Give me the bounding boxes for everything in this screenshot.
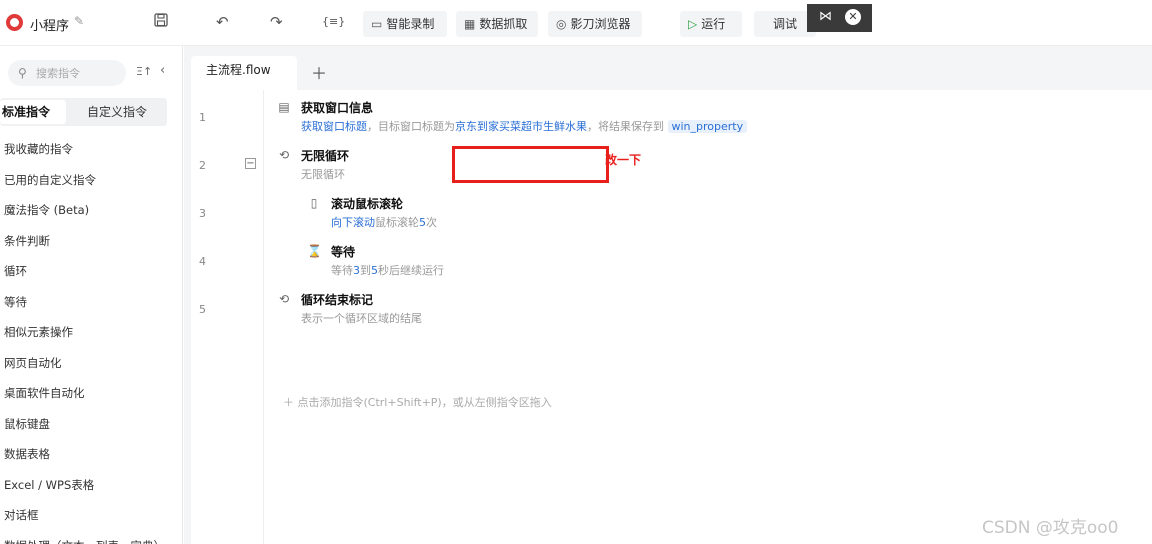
category-item[interactable]: 鼠标键盘 — [4, 409, 165, 440]
command-title: 滚动鼠标滚轮 — [331, 197, 404, 211]
category-item[interactable]: 网页自动化 — [4, 348, 165, 379]
hourglass-icon: ⌛ — [307, 244, 322, 258]
command-title: 循环结束标记 — [301, 293, 374, 307]
command-description: 表示一个循环区域的结尾 — [301, 312, 422, 325]
watermark: CSDN @攻克oo0 — [982, 518, 1119, 538]
redo-icon[interactable]: ↷ — [270, 13, 283, 31]
run-button[interactable]: ▷ 运行 — [680, 11, 742, 37]
app-logo — [6, 14, 23, 31]
recording-panel: ⋈ ✕ — [807, 4, 872, 32]
app-title: 小程序 — [30, 19, 70, 34]
variables-icon[interactable]: {≡} — [322, 15, 345, 28]
command-description: 获取窗口标题，目标窗口标题为京东到家买菜超市生鲜水果，将结果保存到 win_pr… — [301, 118, 748, 134]
pointer-flag-icon[interactable]: ⋈ — [819, 9, 832, 24]
flow-canvas: 1 2 3 4 5 − ▤ 获取窗口信息 获取窗口标题，目标窗口标题为京东到家买… — [191, 90, 1152, 544]
category-item[interactable]: Excel / WPS表格 — [4, 470, 165, 501]
line-number: 5 — [199, 303, 206, 316]
command-title: 等待 — [331, 245, 356, 259]
command-title: 无限循环 — [301, 149, 350, 163]
line-number: 1 — [199, 111, 206, 124]
category-list: 我收藏的指令 已用的自定义指令 魔法指令 (Beta) 条件判断 循环 等待 相… — [4, 134, 165, 544]
category-item[interactable]: 条件判断 — [4, 226, 165, 257]
category-item[interactable]: 等待 — [4, 287, 165, 318]
output-variable-chip[interactable]: win_property — [667, 120, 748, 133]
line-number: 2 — [199, 159, 206, 172]
data-capture-button[interactable]: ▦ 数据抓取 — [456, 11, 538, 37]
command-sidebar: ⚲ Ξ↑ ‹ 标准指令 自定义指令 我收藏的指令 已用的自定义指令 魔法指令 (… — [0, 46, 183, 544]
command-tabs: 标准指令 自定义指令 — [0, 98, 167, 126]
desc-link[interactable]: 向下滚动 — [331, 216, 375, 229]
window-info-icon: ▤ — [278, 100, 290, 114]
browser-button[interactable]: ◎ 影刀浏览器 — [548, 11, 642, 37]
tab-standard-commands[interactable]: 标准指令 — [0, 100, 66, 124]
category-item[interactable]: 数据处理（文本、列表、字典） — [4, 531, 165, 544]
video-camera-icon: ▭ — [371, 17, 383, 31]
tab-custom-commands[interactable]: 自定义指令 — [72, 100, 162, 124]
smart-record-button[interactable]: ▭ 智能录制 — [363, 11, 447, 37]
undo-icon[interactable]: ↶ — [216, 13, 229, 31]
top-toolbar: 小程序 ✎ ↶ ↷ {≡} ▭ 智能录制 ▦ 数据抓取 ◎ 影刀浏览器 ▷ 运行 调试 … — [0, 0, 1152, 46]
category-item[interactable]: 相似元素操作 — [4, 317, 165, 348]
window-title-value[interactable]: 京东到家买菜超市生鲜水果 — [455, 120, 587, 133]
category-item[interactable]: 魔法指令 (Beta) — [4, 195, 165, 226]
tab-main-flow[interactable]: 主流程.flow — [191, 56, 297, 90]
category-item[interactable]: 桌面软件自动化 — [4, 378, 165, 409]
line-number: 4 — [199, 255, 206, 268]
category-item[interactable]: 已用的自定义指令 — [4, 165, 165, 196]
highlight-box — [452, 146, 609, 183]
command-title: 获取窗口信息 — [301, 101, 374, 115]
browser-icon: ◎ — [556, 17, 567, 31]
play-icon: ▷ — [688, 17, 698, 31]
loop-end-icon: ⟲ — [278, 292, 290, 306]
flow-editor: 主流程.flow ＋ 1 2 3 4 5 − ▤ 获取窗口信息 获取窗口标题，目… — [184, 46, 1152, 544]
add-tab-icon[interactable]: ＋ — [311, 60, 327, 84]
loop-icon: ⟲ — [278, 148, 290, 162]
sort-icon[interactable]: Ξ↑ — [136, 65, 152, 78]
table-icon: ▦ — [464, 17, 476, 31]
fold-toggle-icon[interactable]: − — [245, 158, 256, 169]
rename-pencil-icon[interactable]: ✎ — [74, 14, 84, 28]
command-description: 等待3到5秒后继续运行 — [331, 264, 444, 277]
close-icon[interactable]: ✕ — [845, 9, 861, 25]
command-description: 无限循环 — [301, 168, 345, 181]
search-icon: ⚲ — [18, 66, 27, 80]
category-item[interactable]: 循环 — [4, 256, 165, 287]
line-gutter: 1 2 3 4 5 − — [191, 90, 264, 544]
add-command-hint[interactable]: ＋ 点击添加指令(Ctrl+Shift+P)，或从左侧指令区拖入 — [283, 394, 552, 410]
save-icon[interactable] — [154, 12, 168, 31]
category-item[interactable]: 数据表格 — [4, 439, 165, 470]
line-number: 3 — [199, 207, 206, 220]
mouse-icon: ▯ — [310, 196, 318, 210]
category-item[interactable]: 对话框 — [4, 500, 165, 531]
search-input[interactable] — [36, 64, 120, 82]
command-description: 向下滚动鼠标滚轮5次 — [331, 216, 437, 229]
annotation-note: 改一下 — [605, 153, 642, 167]
collapse-sidebar-icon[interactable]: ‹ — [160, 63, 165, 78]
search-box: ⚲ — [8, 60, 126, 86]
category-item[interactable]: 我收藏的指令 — [4, 134, 165, 165]
desc-link[interactable]: 获取窗口标题 — [301, 120, 367, 133]
